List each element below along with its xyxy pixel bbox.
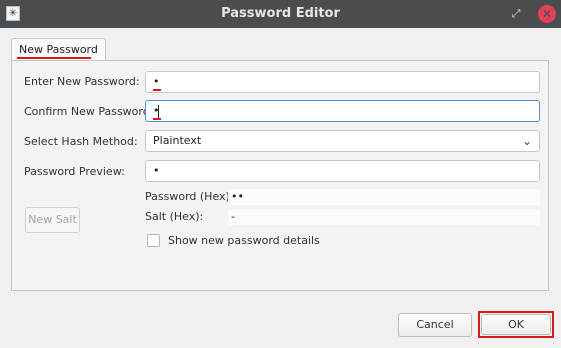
salt-hex-value: - xyxy=(228,209,540,225)
ok-button-highlight xyxy=(478,311,554,338)
show-details-label: Show new password details xyxy=(168,234,320,247)
hash-method-label: Select Hash Method: xyxy=(24,135,138,148)
confirm-password-field[interactable]: • xyxy=(145,100,540,122)
password-preview-label: Password Preview: xyxy=(24,165,125,178)
show-details-checkbox[interactable] xyxy=(147,234,160,247)
enter-password-marker xyxy=(153,89,161,91)
tab-active-indicator xyxy=(17,57,91,59)
password-preview-value: • xyxy=(153,164,160,177)
password-preview-field: • xyxy=(145,160,540,182)
password-hex-value: •• xyxy=(228,189,540,205)
close-icon[interactable]: ✕ xyxy=(538,5,556,23)
confirm-password-marker xyxy=(153,118,161,120)
cancel-button[interactable]: Cancel xyxy=(398,313,472,337)
hash-method-value: Plaintext xyxy=(153,134,202,147)
salt-hex-label: Salt (Hex): xyxy=(145,210,204,223)
restore-icon[interactable]: ⤢ xyxy=(509,7,523,21)
enter-password-label: Enter New Password: xyxy=(24,75,140,88)
chevron-down-icon: ⌄ xyxy=(521,134,532,148)
hash-method-select[interactable]: Plaintext ⌄ xyxy=(145,130,540,152)
password-hex-label: Password (Hex): xyxy=(145,190,234,203)
tab-label: New Password xyxy=(19,43,98,56)
window-title: Password Editor xyxy=(221,6,340,21)
enter-password-field[interactable]: • xyxy=(145,71,540,93)
new-salt-button[interactable]: New Salt xyxy=(25,207,80,233)
text-cursor xyxy=(158,105,159,118)
enter-password-value: • xyxy=(153,75,160,88)
confirm-password-label: Confirm New Password: xyxy=(24,105,154,118)
title-bar: ✳ Password Editor ⤢ ✕ xyxy=(0,0,561,28)
